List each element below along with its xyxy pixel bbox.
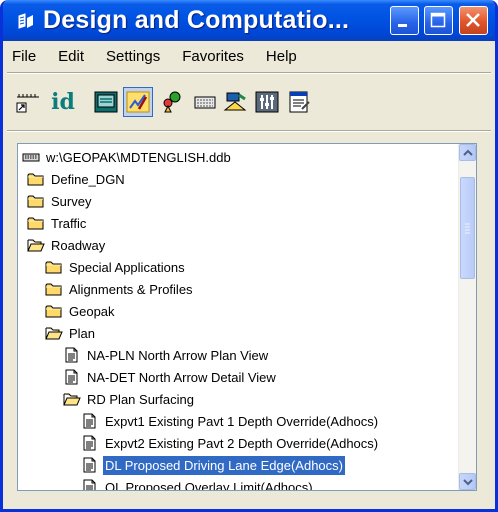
- maximize-button[interactable]: [424, 6, 453, 35]
- design-computation-window: Design and Computatio... File Edit Setti…: [0, 0, 498, 512]
- status-bar: [7, 497, 491, 507]
- vertical-scrollbar[interactable]: [458, 144, 476, 490]
- toolbar-separator: [7, 130, 491, 132]
- close-icon: [466, 13, 480, 27]
- scroll-up-button[interactable]: [459, 144, 476, 161]
- tree-label: Define_DGN: [51, 171, 125, 187]
- document-icon: [83, 413, 96, 429]
- tree-item[interactable]: DL Proposed Driving Lane Edge(Adhocs): [81, 454, 345, 476]
- display-icon: [94, 91, 118, 113]
- tree-label: Geopak: [69, 303, 115, 319]
- folder-icon: [27, 173, 44, 186]
- tree-root-label: w:\GEOPAK\MDTENGLISH.ddb: [46, 149, 231, 165]
- folder-icon: [45, 283, 62, 296]
- menu-bar: File Edit Settings Favorites Help: [7, 47, 318, 69]
- tree-label: Traffic: [51, 215, 87, 231]
- adjust-icon: [255, 91, 279, 113]
- design-mode-tool-button[interactable]: [123, 87, 153, 117]
- scroll-thumb[interactable]: [460, 177, 475, 279]
- minimize-icon: [398, 24, 407, 27]
- adjust-tool-button[interactable]: [252, 87, 282, 117]
- tree-label: Expvt2 Existing Pavt 2 Depth Override(Ad…: [105, 435, 379, 451]
- menu-settings[interactable]: Settings: [105, 47, 161, 69]
- draw-icon: [223, 92, 247, 111]
- tree-label: Alignments & Profiles: [69, 281, 193, 297]
- document-icon: [83, 435, 96, 451]
- toolbar: id: [7, 85, 491, 125]
- tree-folder[interactable]: Special Applications: [45, 256, 187, 278]
- shapes-icon: [163, 91, 181, 113]
- ruler-tool-button[interactable]: [13, 87, 43, 117]
- scroll-down-button[interactable]: [459, 473, 476, 490]
- menu-file[interactable]: File: [11, 47, 37, 69]
- folder-open-icon: [45, 327, 63, 340]
- tree-item[interactable]: NA-DET North Arrow Detail View: [63, 366, 278, 388]
- folder-icon: [27, 195, 44, 208]
- menu-favorites[interactable]: Favorites: [181, 47, 245, 69]
- display-tool-button[interactable]: [91, 87, 121, 117]
- menu-edit[interactable]: Edit: [57, 47, 85, 69]
- tree-folder[interactable]: Traffic: [27, 212, 88, 234]
- tree-item[interactable]: NA-PLN North Arrow Plan View: [63, 344, 270, 366]
- id-tool-button[interactable]: id: [47, 87, 79, 117]
- window-title: Design and Computatio...: [43, 6, 350, 34]
- tree-label: Roadway: [51, 237, 106, 253]
- folder-icon: [27, 217, 44, 230]
- menu-help[interactable]: Help: [265, 47, 298, 69]
- tree-label: Special Applications: [69, 259, 185, 275]
- tree-label: NA-PLN North Arrow Plan View: [87, 347, 269, 363]
- tree-root[interactable]: w:\GEOPAK\MDTENGLISH.ddb: [22, 146, 233, 168]
- chevron-up-icon: [462, 149, 473, 156]
- title-bar[interactable]: Design and Computatio...: [3, 0, 495, 41]
- tree-folder[interactable]: Geopak: [45, 300, 117, 322]
- document-icon: [65, 369, 78, 385]
- folder-icon: [45, 261, 62, 274]
- document-icon: [83, 457, 96, 473]
- tree-label: Expvt1 Existing Pavt 1 Depth Override(Ad…: [105, 413, 379, 429]
- app-icon: [18, 13, 33, 29]
- tree-label: OL Proposed Overlay Limit(Adhocs): [105, 479, 313, 491]
- folder-open-icon: [27, 239, 45, 252]
- tree-folder[interactable]: Roadway: [27, 234, 107, 256]
- ddb-tree-view[interactable]: w:\GEOPAK\MDTENGLISH.ddb Define_DGN Survey…: [17, 143, 477, 491]
- folder-open-icon: [63, 393, 81, 406]
- grip-icon: [465, 223, 470, 234]
- shapes-tool-button[interactable]: [157, 87, 187, 117]
- tree-item[interactable]: Expvt1 Existing Pavt 1 Depth Override(Ad…: [81, 410, 380, 432]
- keyin-icon: [194, 96, 216, 109]
- tree-folder[interactable]: RD Plan Surfacing: [63, 388, 196, 410]
- document-icon: [65, 347, 78, 363]
- properties-icon: [289, 91, 310, 113]
- tree-label: Survey: [51, 193, 92, 209]
- draw-tool-button[interactable]: [220, 87, 250, 117]
- close-button[interactable]: [459, 6, 488, 35]
- maximize-icon: [430, 12, 446, 28]
- tree-folder[interactable]: Alignments & Profiles: [45, 278, 195, 300]
- database-icon: [22, 153, 40, 162]
- keyin-tool-button[interactable]: [190, 87, 220, 117]
- id-icon: id: [51, 89, 75, 115]
- tree-folder[interactable]: Define_DGN: [27, 168, 127, 190]
- tree-folder[interactable]: Plan: [45, 322, 97, 344]
- design-mode-icon: [126, 91, 150, 113]
- document-icon: [83, 479, 96, 490]
- tree-label: DL Proposed Driving Lane Edge(Adhocs): [103, 455, 345, 475]
- folder-icon: [45, 305, 62, 318]
- tree-label: Plan: [69, 325, 96, 341]
- tree-label: RD Plan Surfacing: [87, 391, 194, 407]
- tree-label: NA-DET North Arrow Detail View: [87, 369, 276, 385]
- tree-item[interactable]: Expvt2 Existing Pavt 2 Depth Override(Ad…: [81, 432, 380, 454]
- minimize-button[interactable]: [390, 6, 419, 35]
- tree-folder[interactable]: Survey: [27, 190, 93, 212]
- menu-separator: [7, 72, 491, 74]
- tree-item[interactable]: OL Proposed Overlay Limit(Adhocs): [81, 476, 315, 491]
- ruler-icon: [16, 94, 39, 113]
- chevron-down-icon: [462, 478, 473, 485]
- properties-tool-button[interactable]: [284, 87, 314, 117]
